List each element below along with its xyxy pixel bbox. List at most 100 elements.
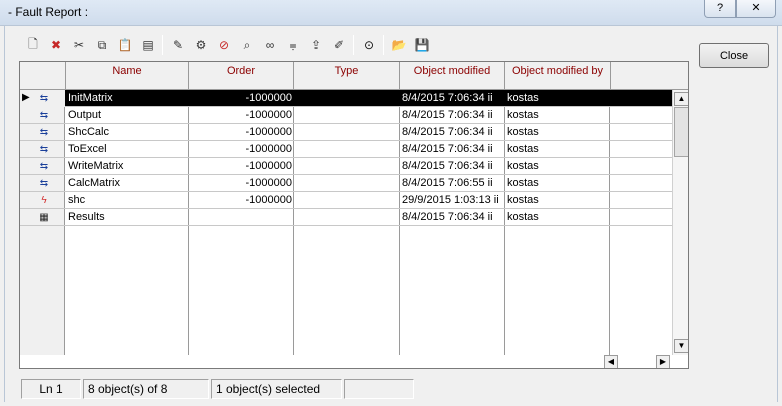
new-icon[interactable]: 🗋 [23,35,43,55]
cell-name: WriteMatrix [68,160,124,172]
script-icon: ⇆ [39,110,49,121]
status-line: Ln 1 [21,379,81,399]
horizontal-scrollbar[interactable]: ◀ ▶ [604,355,672,368]
cell-type [296,107,396,124]
cell-order: -1000000 [245,126,293,138]
script-icon: ⇆ [39,161,49,172]
cell-object-modified-by: kostas [507,160,539,172]
scroll-thumb[interactable] [674,107,688,157]
delete-icon[interactable]: ✖ [46,35,66,55]
toolbar-separator [162,35,163,55]
table-row[interactable]: ⇆ ToExcel -1000000 8/4/2015 7:06:34 ii kosta… [20,141,672,158]
cell-object-modified: 8/4/2015 7:06:34 ii [402,211,493,223]
close-button[interactable]: Close [699,43,769,68]
cell-object-modified-by: kostas [507,109,539,121]
script-icon: ⇆ [39,127,49,138]
script-icon: ⇆ [39,93,49,104]
cell-object-modified-by: kostas [507,177,539,189]
table-row[interactable]: ⇆ ShcCalc -1000000 8/4/2015 7:06:34 ii kosta… [20,124,672,141]
cell-type [296,209,396,226]
column-header-object-modified[interactable]: Object modified [400,62,505,90]
cell-type [296,124,396,141]
cell-object-modified: 8/4/2015 7:06:34 ii [402,143,493,155]
cell-object-modified: 8/4/2015 7:06:34 ii [402,92,493,104]
help-button[interactable]: ? [704,0,736,18]
edit-window-icon[interactable]: ✐ [329,35,349,55]
scroll-up-arrow[interactable]: ▲ [674,92,688,106]
table-row[interactable]: ▦ Results 8/4/2015 7:06:34 ii kostas [20,209,672,226]
cell-object-modified-by: kostas [507,194,539,206]
cell-name: shc [68,194,86,206]
cell-name: CalcMatrix [68,177,120,189]
forbidden-icon[interactable]: ⊘ [214,35,234,55]
script-icon: ⇆ [39,144,49,155]
toolbar: 🗋 ✖ ✂ ⧉ 📋 ▤ ✎ ⚙ ⊘ ⌕ ∞ ⩦ ⇪ ✐ ⊙ 📂 💾 [19,33,497,57]
scroll-left-arrow[interactable]: ◀ [604,355,618,368]
cell-object-modified: 8/4/2015 7:06:34 ii [402,126,493,138]
cell-order: -1000000 [245,194,293,206]
cell-object-modified-by: kostas [507,126,539,138]
filter-icon[interactable]: ⩦ [283,35,303,55]
edit-icon[interactable]: ✎ [168,35,188,55]
table-row[interactable]: ⇆ WriteMatrix -1000000 8/4/2015 7:06:34 ii k… [20,158,672,175]
find-icon[interactable]: ⊙ [359,35,379,55]
cell-object-modified-by: kostas [507,211,539,223]
script-icon: ⇆ [39,178,49,189]
copy-icon[interactable]: ⧉ [92,35,112,55]
status-object-count: 8 object(s) of 8 [83,379,209,399]
inspect-icon[interactable]: ⌕ [237,35,257,55]
header-filler [611,62,688,90]
column-header-type[interactable]: Type [294,62,400,90]
cell-type [296,90,396,107]
window-title: - Fault Report : [8,5,89,19]
cell-name: Output [68,109,102,121]
scroll-right-arrow[interactable]: ▶ [656,355,670,368]
table-icon: ▦ [39,212,49,223]
cell-type [296,158,396,175]
cell-object-modified: 8/4/2015 7:06:55 ii [402,177,493,189]
cell-order: -1000000 [245,109,293,121]
table-row[interactable]: ▶ ⇆ InitMatrix -1000000 8/4/2015 7:06:34 ii k… [20,90,672,107]
cell-type [296,141,396,158]
cell-order: -1000000 [245,160,293,172]
cell-name: ShcCalc [68,126,109,138]
column-header-object-modified-by[interactable]: Object modified by [505,62,611,90]
window-close-button[interactable]: ✕ [736,0,776,18]
save-icon[interactable]: 💾 [412,35,432,55]
scroll-down-arrow[interactable]: ▼ [674,339,688,353]
object-table: Name Order Type Object modified Object m… [19,61,689,369]
settings-icon[interactable]: ⚙ [191,35,211,55]
table-row[interactable]: ϟ shc -1000000 29/9/2015 1:03:13 ii kostas [20,192,672,209]
table-row[interactable]: ⇆ CalcMatrix -1000000 8/4/2015 7:06:55 ii ko… [20,175,672,192]
cell-object-modified: 29/9/2015 1:03:13 ii [402,194,499,206]
column-header-name[interactable]: Name [66,62,189,90]
cell-name: Results [68,211,105,223]
paste-special-icon[interactable]: ▤ [138,35,158,55]
status-bar: Ln 1 8 object(s) of 8 1 object(s) select… [19,379,779,399]
vertical-scrollbar[interactable]: ▲ ▼ [672,90,688,355]
open-icon[interactable]: 📂 [389,35,409,55]
status-extra [344,379,414,399]
cell-object-modified-by: kostas [507,143,539,155]
export-icon[interactable]: ⇪ [306,35,326,55]
glasses-icon[interactable]: ∞ [260,35,280,55]
cell-order [190,209,292,226]
paste-icon[interactable]: 📋 [115,35,135,55]
shortcircuit-icon: ϟ [41,195,47,206]
table-row[interactable]: ⇆ Output -1000000 8/4/2015 7:06:34 ii kostas [20,107,672,124]
cell-order: -1000000 [245,143,293,155]
cell-name: ToExcel [68,143,107,155]
cut-icon[interactable]: ✂ [69,35,89,55]
toolbar-separator [383,35,384,55]
cell-object-modified-by: kostas [507,92,539,104]
title-bar: - Fault Report : ? ✕ [0,0,782,26]
cell-type [296,192,396,209]
current-row-pointer-icon: ▶ [22,92,30,103]
toolbar-separator [353,35,354,55]
column-header-order[interactable]: Order [189,62,294,90]
cell-object-modified: 8/4/2015 7:06:34 ii [402,109,493,121]
cell-object-modified: 8/4/2015 7:06:34 ii [402,160,493,172]
status-selection: 1 object(s) selected [211,379,342,399]
cell-name: InitMatrix [68,92,113,104]
cell-order: -1000000 [245,92,293,104]
